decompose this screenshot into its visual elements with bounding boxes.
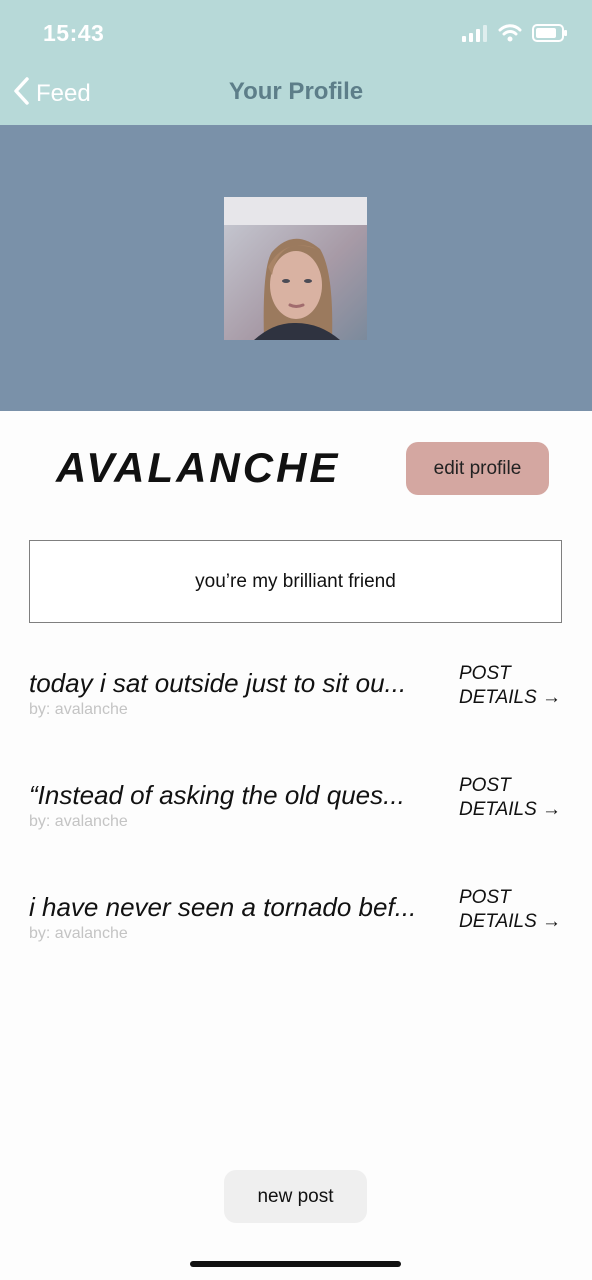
post-details-label-line1: POST: [459, 775, 511, 796]
status-time: 15:43: [43, 20, 105, 46]
post-title: i have never seen a tornado bef...: [29, 892, 417, 922]
post-list-item[interactable]: today i sat outside just to sit ou... by…: [29, 663, 569, 738]
wifi-icon: [498, 23, 522, 47]
page-title: Your Profile: [228, 78, 364, 105]
post-details-link[interactable]: POST DETAILS →: [459, 662, 561, 710]
post-title: “Instead of asking the old ques...: [29, 780, 405, 810]
home-indicator[interactable]: [190, 1261, 401, 1267]
battery-icon: [532, 23, 568, 47]
profile-bio: you’re my brilliant friend: [29, 540, 562, 623]
edit-profile-button[interactable]: edit profile: [406, 442, 549, 495]
post-details-label-line2: DETAILS →: [459, 911, 562, 932]
profile-username: AVALANCHE: [56, 444, 341, 491]
status-icons: [462, 23, 568, 47]
post-title: today i sat outside just to sit ou...: [29, 668, 407, 698]
post-author: by: avalanche: [29, 925, 128, 942]
avatar: [224, 197, 367, 340]
post-details-label-line2: DETAILS →: [459, 687, 562, 708]
post-details-label-line1: POST: [459, 887, 511, 908]
post-details-link[interactable]: POST DETAILS →: [459, 886, 561, 934]
post-list-item[interactable]: i have never seen a tornado bef... by: a…: [29, 887, 569, 962]
post-details-label-line1: POST: [459, 663, 511, 684]
new-post-button[interactable]: new post: [224, 1170, 367, 1223]
cellular-signal-icon: [462, 24, 488, 47]
app-header: 15:43 Feed Your Profile: [0, 0, 592, 125]
post-list-item[interactable]: “Instead of asking the old ques... by: a…: [29, 775, 569, 850]
profile-banner: [0, 125, 592, 411]
post-author: by: avalanche: [29, 701, 128, 718]
post-author: by: avalanche: [29, 813, 128, 830]
post-details-link[interactable]: POST DETAILS →: [459, 774, 561, 822]
post-details-label-line2: DETAILS →: [459, 799, 562, 820]
